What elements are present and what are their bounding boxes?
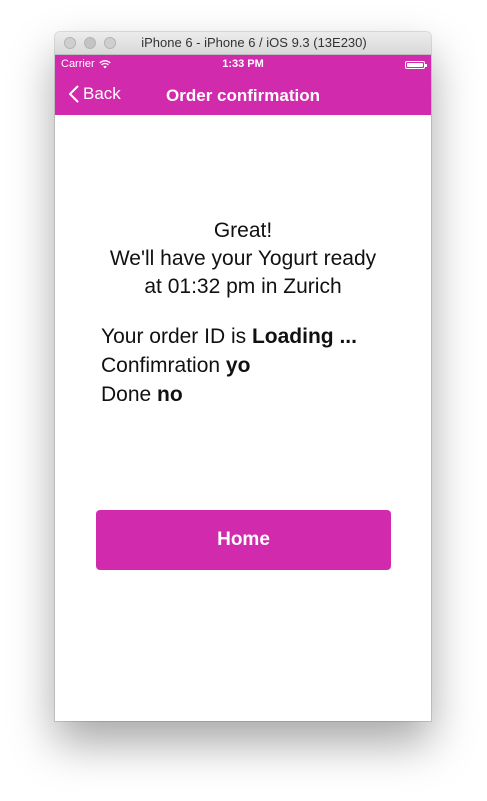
navigation-bar: Back Order confirmation <box>55 75 431 115</box>
simulator-window: iPhone 6 - iPhone 6 / iOS 9.3 (13E230) C… <box>55 32 431 721</box>
done-row: Done no <box>101 380 357 409</box>
order-details: Your order ID is Loading ... Confimratio… <box>101 322 357 409</box>
battery-icon <box>405 61 427 69</box>
greeting-line-1: Great! <box>213 219 273 242</box>
done-label: Done <box>101 383 158 406</box>
confirmation-value: yo <box>225 354 251 377</box>
page-title: Order confirmation <box>166 86 320 105</box>
order-id-label: Your order ID is <box>101 325 252 348</box>
order-id-value: Loading ... <box>251 325 357 348</box>
main-content: Great! We'll have your Yogurt ready at 0… <box>55 115 431 721</box>
status-bar: Carrier 1:33 PM <box>55 55 431 75</box>
confirmation-label: Confimration <box>101 354 226 377</box>
greeting-message: Great! We'll have your Yogurt ready at 0… <box>55 217 431 301</box>
done-value: no <box>157 383 183 406</box>
simulator-titlebar: iPhone 6 - iPhone 6 / iOS 9.3 (13E230) <box>55 32 431 55</box>
greeting-line-2: We'll have your Yogurt ready <box>109 247 377 270</box>
window-title: iPhone 6 - iPhone 6 / iOS 9.3 (13E230) <box>141 35 367 50</box>
status-time: 1:33 PM <box>222 58 264 70</box>
home-button[interactable]: Home <box>96 510 391 570</box>
confirmation-row: Confimration yo <box>101 351 357 380</box>
greeting-line-3: at 01:32 pm in Zurich <box>144 275 342 298</box>
order-id-row: Your order ID is Loading ... <box>101 322 357 351</box>
